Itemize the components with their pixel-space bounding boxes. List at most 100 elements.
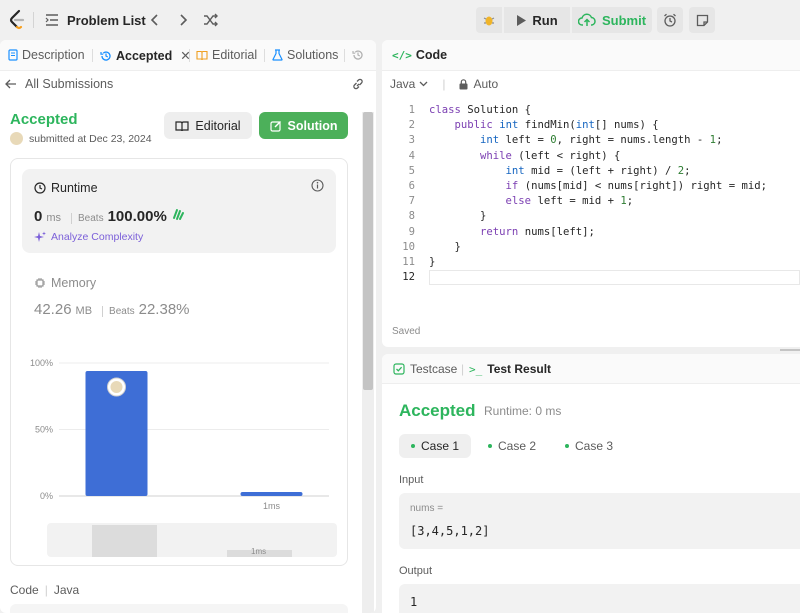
code-line[interactable]: 5 int mid = (left + right) / 2; (382, 164, 800, 179)
editorial-button[interactable]: Editorial (164, 112, 252, 139)
timer-button[interactable] (657, 7, 683, 33)
language-select[interactable]: Java (390, 77, 428, 91)
flask-icon (272, 49, 283, 61)
left-scrollbar[interactable] (362, 112, 374, 613)
tab-code[interactable]: </> Code (392, 48, 447, 62)
code-line[interactable]: 2 public int findMin(int[] nums) { (382, 118, 800, 133)
case-tab-2[interactable]: Case 2 (476, 434, 548, 458)
pass-dot (488, 444, 492, 448)
line-number: 10 (402, 240, 415, 253)
case-tab-1[interactable]: Case 1 (399, 434, 472, 458)
submission-panel: Description Accepted ✕ Editorial Solutio… (0, 40, 376, 613)
notes-button[interactable] (689, 7, 715, 33)
all-submissions-link[interactable]: All Submissions (5, 77, 113, 91)
pass-dot (565, 444, 569, 448)
code-line[interactable]: 7 else left = mid + 1; (382, 194, 800, 209)
tab-solutions[interactable]: Solutions (272, 48, 338, 62)
case-tab-3[interactable]: Case 3 (553, 434, 625, 458)
tab-test-result[interactable]: >_ Test Result (469, 362, 551, 376)
code-line[interactable]: 3 int left = 0, right = nums.length - 1; (382, 133, 800, 148)
tab-description[interactable]: Description (8, 48, 85, 62)
lock-icon (459, 78, 468, 89)
avatar[interactable] (10, 132, 23, 145)
language-value: Java (390, 77, 416, 91)
line-number: 7 (408, 195, 415, 208)
tab-description-label: Description (22, 48, 85, 62)
output-box: 1 (399, 584, 800, 613)
runtime-beats-value: 100.00% (107, 208, 167, 225)
code-line[interactable]: 4 while (left < right) { (382, 149, 800, 164)
scrollbar-thumb[interactable] (363, 112, 373, 390)
analyze-complexity-label: Analyze Complexity (51, 231, 144, 243)
problem-list-link[interactable]: Problem List (67, 13, 146, 28)
line-number: 12 (402, 271, 415, 284)
history-icon[interactable] (352, 49, 364, 61)
beats-label: Beats (71, 213, 104, 224)
panel-resize-handle[interactable] (780, 349, 800, 351)
memory-values: 42.26 MB Beats 22.38% (34, 301, 190, 318)
tab-test-result-label: Test Result (487, 362, 552, 376)
avatar-icon (110, 380, 123, 393)
case-label: Case 1 (421, 439, 460, 453)
submitted-code-box (10, 604, 348, 613)
prev-problem-button[interactable] (146, 11, 164, 29)
runtime-stats[interactable]: Runtime 0 ms Beats 100.00% Analyze Compl… (22, 169, 336, 253)
code-editor[interactable]: 1 class Solution {2 public int findMin(in… (382, 103, 800, 286)
code-line[interactable]: 11} (382, 255, 800, 270)
output-value: 1 (410, 595, 418, 609)
chart-bar[interactable] (240, 492, 303, 496)
y-tick-label: 50% (35, 425, 53, 435)
y-tick-label: 0% (40, 491, 53, 501)
solution-button-label: Solution (287, 118, 338, 133)
info-icon[interactable] (311, 179, 324, 192)
current-line-highlight (429, 270, 800, 286)
auto-mode-toggle[interactable]: Auto (459, 77, 498, 91)
run-controls: Run Submit (476, 7, 652, 33)
code-text: class Solution { (429, 104, 532, 116)
left-tab-bar: Description Accepted ✕ Editorial Solutio… (0, 40, 376, 71)
memory-value: 42.26 (34, 301, 72, 318)
code-line[interactable]: 10 } (382, 240, 800, 255)
case-label: Case 2 (498, 439, 537, 453)
saved-status: Saved (392, 326, 421, 337)
code-section-header: Code | Java (10, 583, 79, 597)
code-text: if (nums[mid] < nums[right]) right = mid… (505, 179, 768, 192)
case-label: Case 3 (575, 439, 614, 453)
run-button[interactable]: Run (504, 7, 570, 33)
note-icon (696, 14, 708, 26)
runtime-unit: ms (46, 212, 62, 224)
code-text: } (429, 240, 461, 253)
divider: | (442, 77, 446, 91)
line-number: 6 (408, 179, 415, 192)
slider-selection[interactable] (92, 525, 157, 557)
link-icon[interactable] (351, 78, 365, 90)
submission-meta: submitted at Dec 23, 2024 (10, 132, 152, 145)
input-label: Input (399, 474, 424, 486)
line-number: 9 (408, 225, 415, 238)
tab-accepted[interactable]: Accepted ✕ (100, 48, 191, 63)
submit-button[interactable]: Submit (572, 7, 652, 33)
all-submissions-label: All Submissions (25, 77, 114, 91)
code-line[interactable]: 9 return nums[left]; (382, 225, 800, 240)
code-line[interactable]: 6 if (nums[mid] < nums[right]) right = m… (382, 179, 800, 194)
leetcode-logo-icon[interactable] (8, 9, 26, 31)
next-problem-button[interactable] (174, 11, 192, 29)
random-problem-button[interactable] (202, 11, 220, 29)
analyze-complexity-link[interactable]: Analyze Complexity (34, 231, 143, 243)
tab-editorial[interactable]: Editorial (196, 48, 257, 62)
code-line[interactable]: 8 } (382, 209, 800, 224)
memory-header[interactable]: Memory (34, 276, 96, 290)
chevron-right-icon (180, 14, 188, 26)
tab-accepted-label: Accepted (116, 48, 173, 63)
post-solution-button[interactable]: Solution (259, 112, 348, 139)
debug-button[interactable] (476, 7, 502, 33)
divider (264, 49, 265, 62)
list-icon[interactable] (45, 13, 59, 27)
tab-testcase[interactable]: Testcase (393, 362, 457, 376)
code-text: while (left < right) { (480, 149, 621, 162)
code-line[interactable]: 12 (382, 270, 800, 286)
chart-range-slider[interactable]: 1ms (47, 523, 337, 557)
line-number: 11 (402, 255, 415, 268)
code-line[interactable]: 1 class Solution { (382, 103, 800, 118)
edit-icon (269, 120, 281, 132)
